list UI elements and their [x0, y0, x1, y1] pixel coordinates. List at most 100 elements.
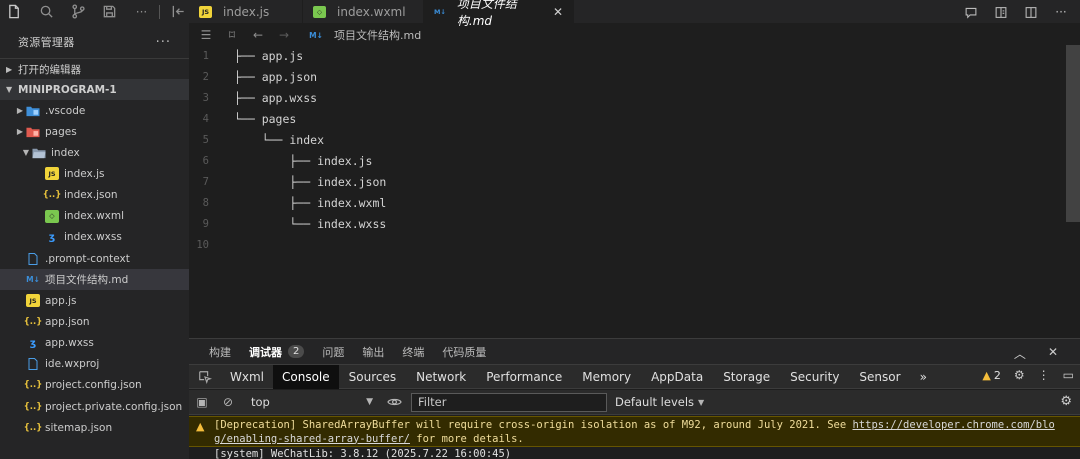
editor-tab-label: index.wxml: [337, 4, 406, 19]
tree-item[interactable]: {..} index.json: [0, 185, 189, 206]
back-arrow-icon[interactable]: ←: [251, 28, 265, 42]
tree-item[interactable]: ide.wxproj: [0, 354, 189, 375]
tree-item-label: index.json: [64, 189, 118, 202]
devtools-tab[interactable]: Memory: [572, 365, 641, 389]
panel-tab[interactable]: 构建: [209, 344, 231, 360]
inspect-element-icon[interactable]: [189, 370, 221, 384]
editor-scrollbar[interactable]: [1066, 45, 1080, 222]
panel-tab[interactable]: 问题: [322, 344, 344, 360]
explorer-more-button[interactable]: ···: [156, 35, 171, 50]
panel-tab[interactable]: 调试器 2: [249, 344, 305, 360]
close-panel-icon[interactable]: ✕: [1048, 345, 1058, 362]
open-preview-icon[interactable]: [992, 3, 1010, 21]
clear-console-icon[interactable]: ⊘: [215, 395, 241, 409]
dropdown-caret-icon: ▼: [366, 397, 373, 407]
code-line: 4 └── pages: [189, 108, 1069, 129]
context-select[interactable]: top ▼: [247, 393, 377, 411]
filter-input[interactable]: [411, 392, 607, 412]
panel-tab[interactable]: 代码质量: [442, 344, 486, 360]
list-icon[interactable]: ☰: [199, 28, 213, 42]
dock-icon[interactable]: ▭: [1063, 368, 1074, 382]
console-system-message: [system] WeChatLib: 3.8.12 (2025.7.22 16…: [214, 448, 512, 459]
more-tabs-icon[interactable]: »: [911, 365, 936, 389]
panel-tab-label: 问题: [322, 345, 345, 359]
code-editor[interactable]: 1 ├── app.js 2 ├── app.json 3 ├── app.wxss 4 └─…: [189, 45, 1069, 335]
live-expression-eye-icon[interactable]: [377, 397, 411, 407]
tree-item[interactable]: ʒ app.wxss: [0, 333, 189, 354]
tree-item[interactable]: {..} project.config.json: [0, 375, 189, 396]
open-editors-section[interactable]: ▶ 打开的编辑器: [0, 58, 189, 79]
warning-counter[interactable]: ▲ 2: [982, 369, 1000, 382]
devtools-tab[interactable]: Performance: [476, 365, 572, 389]
settings-gear-icon[interactable]: ⚙: [1014, 368, 1025, 382]
close-tab-icon[interactable]: ✕: [553, 5, 563, 19]
warning-link-part-1[interactable]: https://developer.chrome.com/blo: [852, 419, 1054, 431]
tree-item[interactable]: {..} sitemap.json: [0, 417, 189, 438]
project-section[interactable]: ▼ MINIPROGRAM-1: [0, 79, 189, 100]
maximize-panel-icon[interactable]: ︿: [1014, 345, 1026, 362]
more-vertical-icon[interactable]: ⋮: [1038, 368, 1050, 382]
code-line: 1 ├── app.js: [189, 45, 1069, 66]
wxml-file-icon: ◇: [313, 5, 326, 18]
code-line: 8 ├── index.wxml: [189, 193, 1069, 214]
devtools-tab[interactable]: Storage: [713, 365, 780, 389]
tree-item[interactable]: JS app.js: [0, 290, 189, 311]
split-editor-icon[interactable]: [1022, 3, 1040, 21]
js-file-icon: JS: [45, 167, 59, 181]
line-number: 9: [202, 218, 209, 231]
more-icon[interactable]: ···: [131, 1, 153, 23]
editor-tab[interactable]: ◇ index.wxml: [303, 0, 424, 23]
tree-item[interactable]: .prompt-context: [0, 248, 189, 269]
more-actions-icon[interactable]: ···: [1052, 3, 1070, 21]
forward-arrow-icon[interactable]: →: [277, 28, 291, 42]
devtools-tab[interactable]: Security: [780, 365, 849, 389]
bookmark-icon[interactable]: ⌑: [225, 28, 239, 42]
devtools-tab[interactable]: Console: [273, 364, 339, 389]
tree-item[interactable]: ʒ index.wxss: [0, 227, 189, 248]
warning-link-part-2[interactable]: g/enabling-shared-array-buffer/: [214, 433, 410, 445]
tree-item[interactable]: JS index.js: [0, 163, 189, 184]
editor-tab[interactable]: JS index.js: [189, 0, 303, 23]
tree-item[interactable]: ▼ index: [0, 142, 189, 163]
breadcrumb-file-label: 项目文件结构.md: [334, 29, 422, 42]
source-control-icon[interactable]: [67, 1, 89, 23]
line-number: 7: [202, 176, 209, 189]
console-settings-icon[interactable]: ⚙: [1060, 394, 1072, 409]
explorer-icon[interactable]: [4, 1, 26, 23]
folder-pages-icon: [26, 125, 40, 138]
tree-item-label: index.wxss: [64, 231, 122, 244]
editor-tab[interactable]: M↓ 项目文件结构.md ✕: [424, 0, 574, 28]
tree-item[interactable]: ▶ .vscode: [0, 100, 189, 121]
tree-item[interactable]: {..} app.json: [0, 311, 189, 332]
tree-item[interactable]: {..} project.private.config.json: [0, 396, 189, 417]
panel-tab-bar: 构建 调试器 2 问题 输出 终端 代码质量 ︿ ✕: [189, 338, 1080, 364]
markdown-icon: M↓: [434, 7, 446, 16]
log-levels-select[interactable]: Default levels ▼: [615, 395, 704, 409]
show-sidebar-icon[interactable]: ▣: [189, 395, 215, 409]
devtools-tab[interactable]: Network: [406, 365, 476, 389]
breadcrumb-file[interactable]: M↓ 项目文件结构.md: [309, 27, 421, 43]
code-line: 2 ├── app.json: [189, 66, 1069, 87]
tree-item[interactable]: ◇ index.wxml: [0, 206, 189, 227]
code-line: 9 └── index.wxss: [189, 214, 1069, 235]
json-file-icon: {..}: [23, 401, 43, 412]
code-line: 5 └── index: [189, 129, 1069, 150]
panel-tab-label: 构建: [209, 345, 231, 359]
devtools-tab[interactable]: Sources: [339, 365, 406, 389]
panel-tab-badge: 2: [288, 345, 305, 358]
tree-item[interactable]: ▶ pages: [0, 121, 189, 142]
devtools-tab[interactable]: AppData: [641, 365, 713, 389]
code-text: ├── app.json: [234, 69, 318, 84]
tree-item[interactable]: M↓ 项目文件结构.md: [0, 269, 189, 291]
collapse-sidebar-icon[interactable]: [167, 1, 189, 23]
save-icon[interactable]: [99, 1, 121, 23]
line-number: 2: [202, 70, 209, 83]
panel-tab[interactable]: 输出: [362, 344, 384, 360]
comment-icon[interactable]: [962, 3, 980, 21]
panel-tab[interactable]: 终端: [402, 344, 424, 360]
devtools-tab[interactable]: Wxml: [221, 365, 273, 389]
dropdown-caret-icon: ▼: [698, 397, 705, 407]
folder-open-icon: [32, 146, 46, 159]
devtools-tab[interactable]: Sensor: [849, 365, 910, 389]
search-icon[interactable]: [36, 1, 58, 23]
